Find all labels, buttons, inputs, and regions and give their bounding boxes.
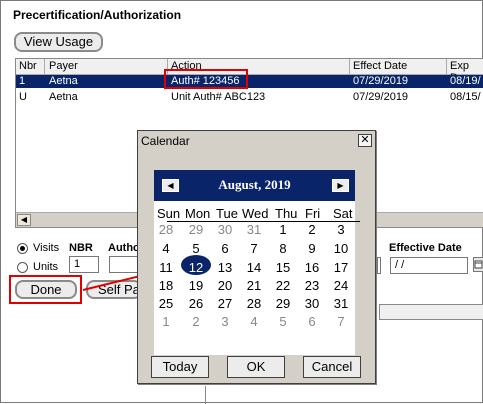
calendar-day[interactable]: 3 <box>328 222 354 237</box>
calendar-day[interactable]: 4 <box>153 241 179 256</box>
calendar-day[interactable]: 11 <box>153 260 179 275</box>
calendar-day[interactable]: 28 <box>153 222 179 237</box>
calendar-day[interactable]: 31 <box>241 222 267 237</box>
weekday-label: Sun <box>157 206 181 221</box>
calendar-day[interactable]: 6 <box>299 314 325 329</box>
calendar-day[interactable]: 27 <box>212 296 238 311</box>
calendar-day[interactable]: 15 <box>270 260 296 275</box>
calendar-day[interactable]: 26 <box>183 296 209 311</box>
calendar-day[interactable]: 20 <box>212 278 238 293</box>
today-button[interactable]: Today <box>151 356 209 378</box>
calendar-day[interactable]: 30 <box>212 222 238 237</box>
calendar-day[interactable]: 5 <box>183 241 209 256</box>
ok-button[interactable]: OK <box>227 356 285 378</box>
calendar-day[interactable]: 22 <box>270 278 296 293</box>
calendar-day[interactable]: 2 <box>299 222 325 237</box>
calendar-day[interactable]: 29 <box>183 222 209 237</box>
weekday-label: Tue <box>216 206 238 221</box>
close-icon[interactable]: ✕ <box>358 134 372 147</box>
month-label: August, 2019 <box>218 177 291 192</box>
calendar-day[interactable]: 25 <box>153 296 179 311</box>
calendar-day[interactable]: 12 <box>183 260 209 275</box>
calendar-day[interactable]: 2 <box>183 314 209 329</box>
calendar-day[interactable]: 4 <box>241 314 267 329</box>
calendar-day[interactable]: 29 <box>270 296 296 311</box>
next-month-icon[interactable]: ▶ <box>332 179 349 192</box>
calendar-day[interactable]: 24 <box>328 278 354 293</box>
weekday-label: Sat <box>333 206 353 221</box>
calendar-day[interactable]: 14 <box>241 260 267 275</box>
calendar-day[interactable]: 30 <box>299 296 325 311</box>
calendar-day[interactable]: 5 <box>270 314 296 329</box>
calendar-day[interactable]: 17 <box>328 260 354 275</box>
calendar-header: ◀ August, 2019 ▶ <box>154 170 355 201</box>
calendar-day[interactable]: 3 <box>212 314 238 329</box>
dialog-title-bar[interactable]: Calendar ✕ <box>138 131 375 151</box>
calendar-day[interactable]: 7 <box>241 241 267 256</box>
calendar-day[interactable]: 8 <box>270 241 296 256</box>
calendar-day[interactable]: 10 <box>328 241 354 256</box>
calendar-day[interactable]: 21 <box>241 278 267 293</box>
calendar-day[interactable]: 1 <box>153 314 179 329</box>
calendar-day[interactable]: 7 <box>328 314 354 329</box>
calendar-day[interactable]: 28 <box>241 296 267 311</box>
calendar-day[interactable]: 9 <box>299 241 325 256</box>
precert-window: Precertification/Authorization View Usag… <box>0 0 483 404</box>
dialog-title: Calendar <box>141 134 190 148</box>
weekday-label: Wed <box>242 206 269 221</box>
weekday-label: Mon <box>185 206 211 221</box>
weekday-label: Fri <box>305 206 321 221</box>
calendar-day[interactable]: 23 <box>299 278 325 293</box>
calendar-day[interactable]: 6 <box>212 241 238 256</box>
calendar-day[interactable]: 1 <box>270 222 296 237</box>
calendar-day[interactable]: 13 <box>212 260 238 275</box>
calendar-dialog: Calendar ✕ ◀ August, 2019 ▶ Sun Mon Tue … <box>137 130 376 384</box>
cancel-button[interactable]: Cancel <box>303 356 361 378</box>
calendar-day[interactable]: 16 <box>299 260 325 275</box>
weekday-label: Thu <box>275 206 298 221</box>
calendar-day[interactable]: 19 <box>183 278 209 293</box>
calendar-day[interactable]: 31 <box>328 296 354 311</box>
calendar-day[interactable]: 18 <box>153 278 179 293</box>
